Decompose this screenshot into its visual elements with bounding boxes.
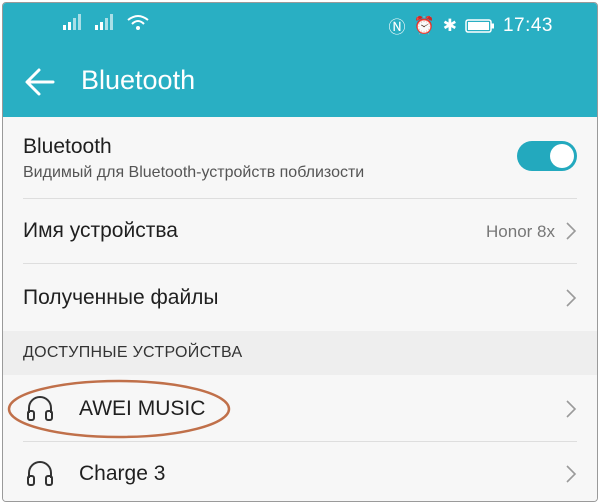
status-bar: Ⓝ ⏰ ✱ 17:43 [3, 3, 597, 47]
bluetooth-switch[interactable] [517, 141, 577, 171]
device-item-label: Charge 3 [79, 462, 166, 485]
chevron-right-icon [566, 400, 577, 418]
device-name-row[interactable]: Имя устройства Honor 8x [3, 199, 597, 263]
bluetooth-label: Bluetooth [23, 135, 112, 158]
available-devices-header: ДОСТУПНЫЕ УСТРОЙСТВА [3, 331, 597, 375]
battery-icon [465, 18, 494, 33]
received-files-label: Полученные файлы [23, 286, 219, 309]
page-title: Bluetooth [81, 65, 196, 95]
switch-knob [550, 144, 574, 168]
signal-icon [95, 14, 113, 30]
nfc-icon: Ⓝ [388, 18, 406, 37]
device-item-charge-3[interactable]: Charge 3 [3, 442, 597, 501]
bluetooth-icon: ✱ [442, 15, 457, 35]
wifi-icon [127, 15, 149, 30]
bluetooth-toggle-row[interactable]: Bluetooth Видимый для Bluetooth-устройст… [3, 117, 597, 199]
headset-icon [27, 461, 53, 486]
arrow-left-icon[interactable] [23, 65, 57, 99]
screen: Ⓝ ⏰ ✱ 17:43 Bluetooth Bluetooth Видимый … [2, 2, 598, 502]
chevron-right-icon [566, 289, 577, 307]
received-files-row[interactable]: Полученные файлы [3, 264, 597, 330]
section-title: ДОСТУПНЫЕ УСТРОЙСТВА [23, 344, 243, 361]
device-name-label: Имя устройства [23, 219, 178, 242]
signal-icon [63, 14, 81, 30]
chevron-right-icon [566, 222, 577, 240]
bluetooth-description: Видимый для Bluetooth-устройств поблизос… [23, 164, 365, 181]
device-name-value: Honor 8x [486, 222, 555, 241]
status-time: 17:43 [502, 14, 553, 36]
chevron-right-icon [566, 465, 577, 483]
toolbar: Bluetooth [3, 59, 597, 115]
app-header: Ⓝ ⏰ ✱ 17:43 Bluetooth [3, 3, 597, 117]
highlight-oval [7, 379, 231, 439]
alarm-icon: ⏰ [413, 15, 435, 35]
